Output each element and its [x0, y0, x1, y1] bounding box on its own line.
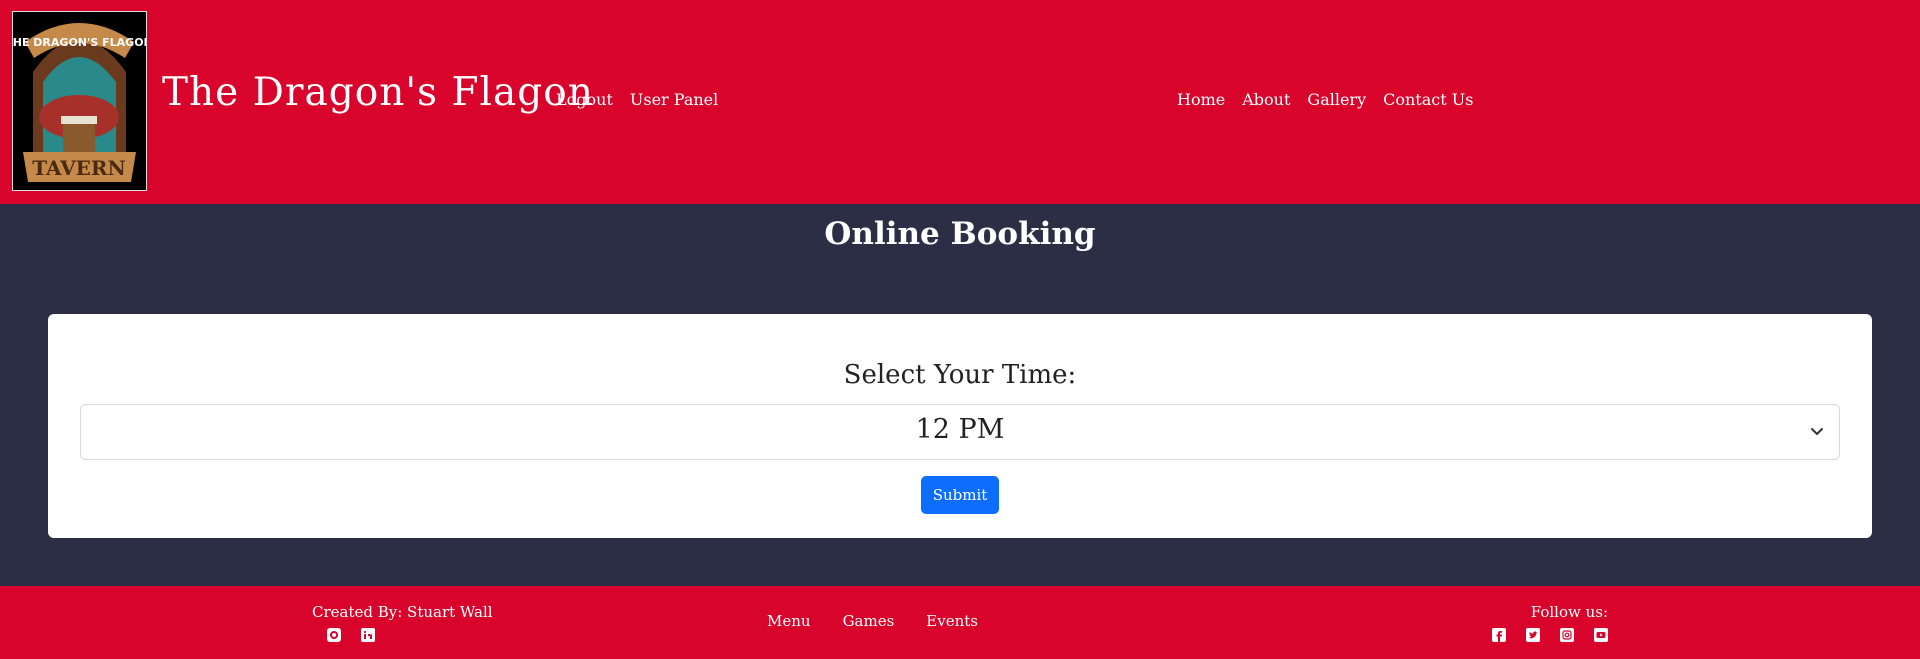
youtube-icon[interactable]: [1594, 628, 1608, 642]
nav-contact-us[interactable]: Contact Us: [1383, 90, 1473, 109]
footer-events-link[interactable]: Events: [926, 612, 978, 630]
nav-user-panel[interactable]: User Panel: [630, 90, 718, 109]
logo-text-bottom: TAVERN: [32, 156, 126, 180]
time-select-label: Select Your Time:: [843, 360, 1077, 390]
social-icons: [1492, 628, 1608, 642]
footer-nav: Menu Games Events: [767, 612, 978, 630]
time-select-value: 12 PM: [915, 414, 1005, 445]
follow-label: Follow us:: [1530, 603, 1608, 621]
user-nav: Logout User Panel: [556, 90, 718, 109]
facebook-icon[interactable]: [1492, 628, 1506, 642]
site-header: THE DRAGON'S FLAGON TAVERN The Dragon's …: [0, 0, 1920, 204]
submit-button[interactable]: Submit: [921, 476, 999, 514]
page-title: Online Booking: [824, 216, 1096, 252]
linkedin-icon[interactable]: [361, 628, 375, 642]
footer-menu-link[interactable]: Menu: [767, 612, 811, 630]
footer-games-link[interactable]: Games: [843, 612, 895, 630]
brand-title[interactable]: The Dragon's Flagon: [162, 70, 594, 115]
twitter-icon[interactable]: [1526, 628, 1540, 642]
github-icon[interactable]: [327, 628, 341, 642]
site-footer: Created By: Stuart Wall Menu Games Event…: [0, 586, 1920, 659]
tavern-logo[interactable]: THE DRAGON'S FLAGON TAVERN: [5, 11, 153, 191]
nav-gallery[interactable]: Gallery: [1307, 90, 1366, 109]
nav-about[interactable]: About: [1242, 90, 1290, 109]
nav-logout[interactable]: Logout: [556, 90, 613, 109]
booking-card: Select Your Time: 12 PM Submit: [48, 314, 1872, 538]
main-nav: Home About Gallery Contact Us: [1177, 90, 1473, 109]
credit-icons: [327, 628, 375, 642]
logo-image: THE DRAGON'S FLAGON TAVERN: [5, 12, 153, 190]
nav-home[interactable]: Home: [1177, 90, 1225, 109]
chevron-down-icon: [1811, 428, 1823, 435]
instagram-icon[interactable]: [1560, 628, 1574, 642]
time-select[interactable]: 12 PM: [80, 404, 1840, 460]
logo-text-top: THE DRAGON'S FLAGON: [13, 36, 146, 49]
credit-text: Created By: Stuart Wall: [312, 603, 493, 621]
